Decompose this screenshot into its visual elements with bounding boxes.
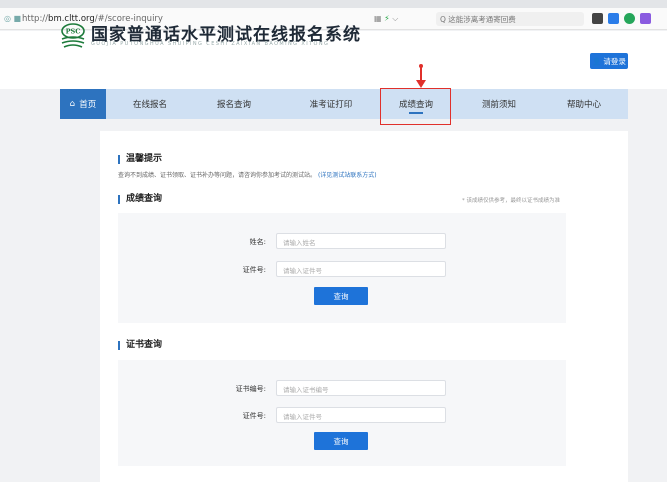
- nav-online-register[interactable]: 在线报名: [116, 89, 184, 119]
- login-label: 请登录: [603, 56, 626, 66]
- extension-icon[interactable]: [640, 13, 651, 24]
- home-icon: ⌂: [69, 99, 76, 109]
- nav-home-label: 首页: [79, 100, 97, 110]
- cert-query-button[interactable]: 查询: [314, 432, 368, 450]
- main-nav: ⌂ 首页 在线报名 报名查询 准考证打印 成绩查询 测前须知 帮助中心: [60, 89, 628, 119]
- nav-register-query[interactable]: 报名查询: [200, 89, 268, 119]
- nav-help-center[interactable]: 帮助中心: [550, 89, 618, 119]
- tip-text: 查询不到成绩、证书领取、证书补办等问题，请咨询你参加考试的测试站。 (详见测试站…: [118, 170, 377, 179]
- psc-logo-icon: PSC: [61, 23, 85, 48]
- cert-section-title: 证书查询: [118, 341, 162, 350]
- bolt-icon[interactable]: ⚡: [384, 14, 390, 23]
- browser-tab-strip: [0, 0, 667, 8]
- tip-title: 温馨提示: [118, 155, 162, 164]
- contact-link[interactable]: (详见测试站联系方式): [318, 172, 377, 179]
- nav-pre-test-notice[interactable]: 测前须知: [465, 89, 533, 119]
- highlight-box: [380, 88, 451, 125]
- logo-text: PSC: [66, 28, 81, 36]
- tip-body: 查询不到成绩、证书领取、证书补办等问题，请咨询你参加考试的测试站。: [118, 172, 317, 179]
- name-label: 姓名:: [249, 238, 266, 246]
- browser-extensions: [592, 13, 651, 24]
- score-note: * 该成绩仅供参考，最终以证书成绩为准: [462, 198, 560, 204]
- extension-icon[interactable]: [592, 13, 603, 24]
- name-input[interactable]: 请输入姓名: [276, 233, 446, 249]
- arrow-down-icon: [416, 80, 426, 88]
- cert-number-label: 证书编号:: [235, 385, 266, 393]
- site-subtitle: GUOJIA PUTONGHUA SHUIPING CESHI ZAIXIAN …: [91, 41, 330, 47]
- cert-id-number-input[interactable]: 请输入证件号: [276, 407, 446, 423]
- score-query-button[interactable]: 查询: [314, 287, 368, 305]
- id-number-input[interactable]: 请输入证件号: [276, 261, 446, 277]
- security-icon[interactable]: ◎ ■: [4, 14, 21, 23]
- nav-admission-print[interactable]: 准考证打印: [292, 89, 370, 119]
- user-icon: 👤: [592, 56, 602, 66]
- extension-icon[interactable]: [624, 13, 635, 24]
- cert-id-label: 证件号:: [242, 412, 266, 420]
- nav-home[interactable]: ⌂ 首页: [60, 89, 106, 119]
- browser-search-input[interactable]: Q 这能涉离考通寄回费: [436, 12, 584, 26]
- address-bar-actions[interactable]: ▦ ⚡ ⌵: [374, 14, 398, 24]
- extension-icon[interactable]: [608, 13, 619, 24]
- login-button[interactable]: 👤 请登录: [590, 53, 628, 69]
- score-section-title: 成绩查询: [118, 195, 162, 204]
- id-label: 证件号:: [242, 266, 266, 274]
- cert-number-input[interactable]: 请输入证书编号: [276, 380, 446, 396]
